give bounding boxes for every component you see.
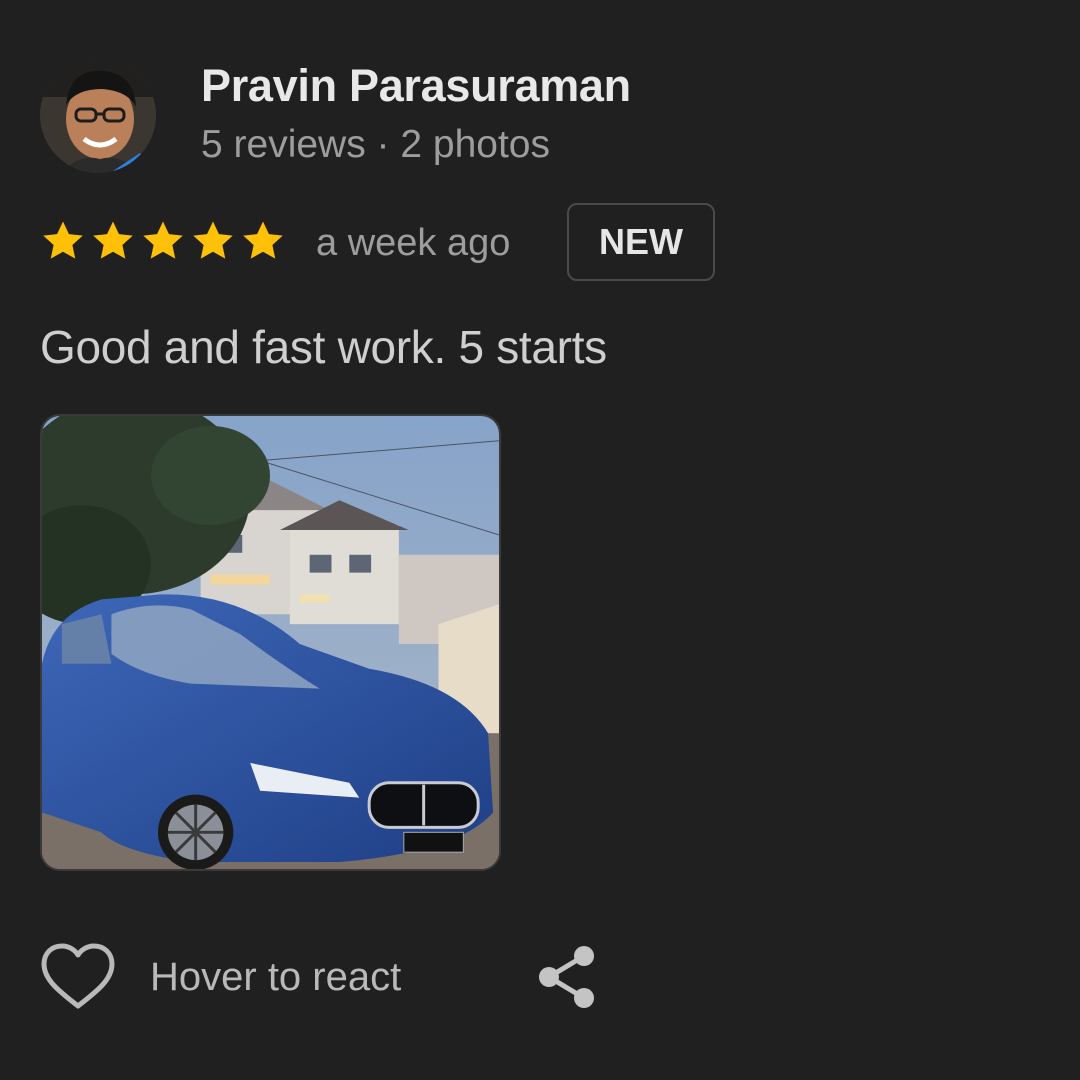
author-stats: 5 reviews · 2 photos xyxy=(201,123,551,166)
heart-outline-icon[interactable] xyxy=(40,942,116,1012)
star-icon xyxy=(93,221,133,259)
star-icon xyxy=(243,221,283,259)
review-time: a week ago xyxy=(316,222,511,264)
star-icon xyxy=(43,221,83,259)
star-icon xyxy=(193,221,233,259)
author-avatar[interactable] xyxy=(40,57,156,173)
author-name[interactable]: Pravin Parasuraman xyxy=(201,60,631,112)
star-rating xyxy=(40,218,286,264)
new-badge: NEW xyxy=(567,203,715,281)
star-icon xyxy=(143,221,183,259)
react-label: Hover to react xyxy=(150,955,402,999)
review-photo[interactable] xyxy=(40,414,501,871)
review-text: Good and fast work. 5 starts xyxy=(40,321,607,373)
share-icon[interactable] xyxy=(536,944,598,1010)
avatar-image xyxy=(40,57,156,173)
review-card: Pravin Parasuraman 5 reviews · 2 photos … xyxy=(0,0,1080,1080)
car-photo xyxy=(42,416,499,869)
